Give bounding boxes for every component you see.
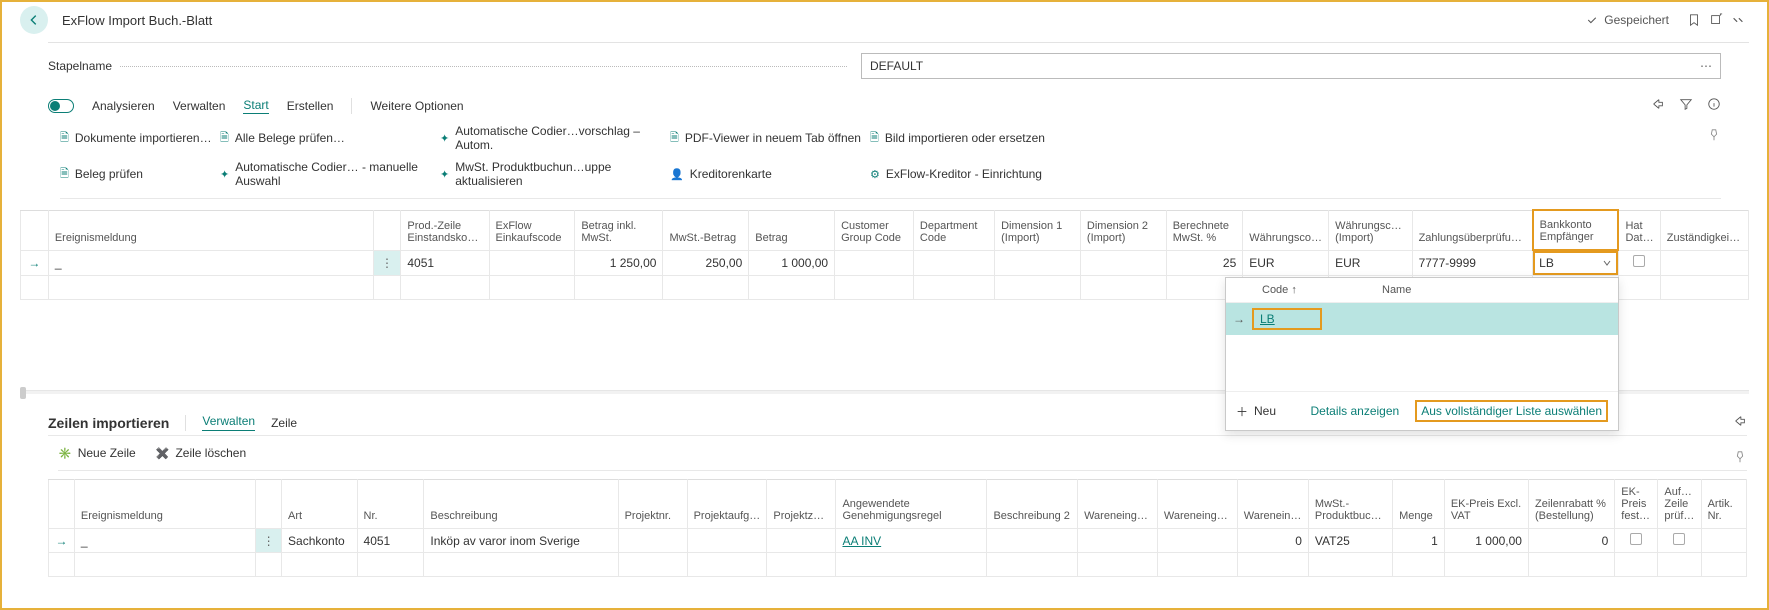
col-zust[interactable]: Zuständigkei… <box>1660 210 1748 250</box>
lines-tab-zeile[interactable]: Zeile <box>271 416 297 430</box>
tab-start[interactable]: Start <box>243 98 268 114</box>
filter-icon[interactable] <box>1679 97 1693 114</box>
action-check-all[interactable]: 🗎Alle Belege prüfen… <box>220 129 440 148</box>
row-options-icon[interactable]: ⋮ <box>256 529 282 553</box>
hat-checkbox[interactable] <box>1633 255 1645 267</box>
pin-icon[interactable] <box>1707 128 1721 145</box>
action-vendor-card[interactable]: 👤Kreditorenkarte <box>670 167 870 181</box>
col-curr[interactable]: Währungscode <box>1243 210 1329 250</box>
arrow-right-icon: → <box>1232 312 1246 326</box>
table-row[interactable]: → _ ⋮ Sachkonto 4051 Inköp av varor inom… <box>49 529 1747 553</box>
col-eventmsg[interactable]: Ereignismeldung <box>48 210 373 250</box>
saved-indicator: Gespeichert <box>1586 13 1669 27</box>
pin-icon-2[interactable] <box>1733 450 1747 467</box>
action-autocoding-auto[interactable]: ✦Automatische Codier…vorschlag – Autom. <box>440 124 670 152</box>
col-currimp[interactable]: Währungsc… (Import) <box>1329 210 1413 250</box>
back-button[interactable] <box>20 6 48 34</box>
col-exflow[interactable]: ExFlow Einkaufscode <box>489 210 575 250</box>
dd-col-code: Code ↑ <box>1262 284 1382 296</box>
lines-grid[interactable]: Ereignismeldung Art Nr. Beschreibung Pro… <box>48 479 1747 577</box>
hscrollbar-thumb[interactable] <box>20 387 26 399</box>
bank-account-dropdown[interactable]: LB <box>1533 251 1618 275</box>
share-icon[interactable] <box>1651 97 1665 114</box>
col-dim2[interactable]: Dimension 2 (Import) <box>1080 210 1166 250</box>
lines-tab-verwalten[interactable]: Verwalten <box>202 414 255 431</box>
action-exflow-vendor-setup[interactable]: ⚙ExFlow-Kreditor - Einrichtung <box>870 167 1070 181</box>
row-options-icon[interactable]: ⋮ <box>373 250 401 276</box>
tab-verwalten[interactable]: Verwalten <box>173 99 226 113</box>
col-betraginkl[interactable]: Betrag inkl. MwSt. <box>575 210 663 250</box>
row-indicator-icon: → <box>21 250 49 276</box>
ekfest-checkbox[interactable] <box>1630 533 1642 545</box>
dd-col-name: Name <box>1382 284 1411 296</box>
table-row[interactable]: → _ ⋮ 4051 1 250,00 250,00 1 000,00 25 E… <box>21 250 1749 276</box>
col-betrag[interactable]: Betrag <box>749 210 835 250</box>
col-dim1[interactable]: Dimension 1 (Import) <box>995 210 1081 250</box>
action-pdf-viewer[interactable]: 🗎PDF-Viewer in neuem Tab öffnen <box>670 129 870 148</box>
col-dept[interactable]: Department Code <box>913 210 994 250</box>
lines-section-title: Zeilen importieren <box>48 415 169 431</box>
action-check-document[interactable]: 🗎Beleg prüfen <box>60 165 220 184</box>
action-new-line[interactable]: ✳️Neue Zeile <box>58 446 136 460</box>
action-delete-line[interactable]: ✖️Zeile löschen <box>156 446 246 460</box>
batch-name-label: Stapelname <box>48 59 120 73</box>
analyse-toggle[interactable] <box>48 99 74 113</box>
dd-item[interactable]: → LB <box>1226 303 1618 335</box>
action-import-image[interactable]: 🗎Bild importieren oder ersetzen <box>870 129 1070 148</box>
page-title: ExFlow Import Buch.-Blatt <box>62 13 212 28</box>
dd-full-list[interactable]: Aus vollständiger Liste auswählen <box>1415 400 1608 422</box>
tab-erstellen[interactable]: Erstellen <box>287 99 334 113</box>
action-vat-group-update[interactable]: ✦MwSt. Produktbuchun…uppe aktualisieren <box>440 160 670 188</box>
batch-name-input[interactable]: DEFAULT ⋯ <box>861 53 1721 79</box>
table-row[interactable] <box>49 553 1747 577</box>
popout-icon[interactable] <box>1705 9 1727 31</box>
col-zahlprueef[interactable]: Zahlungsüberprüfungskont… <box>1412 210 1533 250</box>
action-autocoding-manual[interactable]: ✦Automatische Codier… - manuelle Auswahl <box>220 160 440 188</box>
tab-more-options[interactable]: Weitere Optionen <box>370 99 463 113</box>
collapse-icon[interactable] <box>1727 9 1749 31</box>
batch-lookup-icon[interactable]: ⋯ <box>1700 59 1712 73</box>
dd-new[interactable]: ＋Neu <box>1236 403 1276 420</box>
bank-account-dropdown-panel: Code ↑ Name → LB ＋Neu Details anzeigen A… <box>1225 277 1619 431</box>
col-prodzeile[interactable]: Prod.-Zeile Einstandskon… <box>401 210 489 250</box>
dd-details[interactable]: Details anzeigen <box>1310 404 1399 418</box>
action-import-documents[interactable]: 🗎Dokumente importieren… <box>60 129 220 148</box>
col-cgroup[interactable]: Customer Group Code <box>835 210 914 250</box>
tab-analyse[interactable]: Analysieren <box>92 99 155 113</box>
col-bank[interactable]: Bankkonto Empfänger <box>1533 210 1619 250</box>
dd-item-code: LB <box>1260 312 1275 326</box>
col-mwstpc[interactable]: Berechnete MwSt. % <box>1166 210 1243 250</box>
col-mwstbetrag[interactable]: MwSt.-Betrag <box>663 210 749 250</box>
info-icon[interactable] <box>1707 97 1721 114</box>
share-icon-2[interactable] <box>1733 414 1747 431</box>
col-hat[interactable]: Hat Dat… <box>1618 210 1660 250</box>
bookmark-icon[interactable] <box>1683 9 1705 31</box>
applied-rule-link[interactable]: AA INV <box>842 534 881 548</box>
aufzeile-checkbox[interactable] <box>1673 533 1685 545</box>
